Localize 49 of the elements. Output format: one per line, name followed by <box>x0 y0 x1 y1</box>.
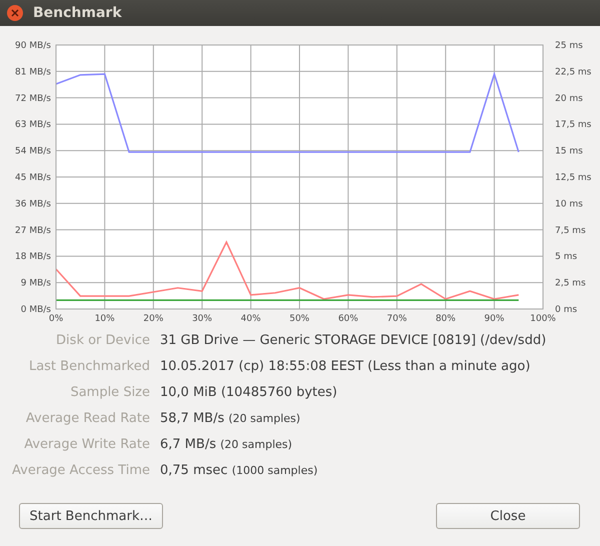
axis-label: 27 MB/s <box>15 226 51 236</box>
axis-label: 63 MB/s <box>15 120 51 130</box>
axis-label: 40% <box>240 314 261 324</box>
axis-label: 0% <box>48 314 64 324</box>
axis-label: 10 ms <box>555 199 583 210</box>
close-button[interactable]: Close <box>436 503 580 529</box>
axis-label: 17,5 ms <box>555 120 592 130</box>
axis-label: 2,5 ms <box>555 278 586 289</box>
field-label: Average Read Rate <box>24 411 151 426</box>
field-label: Average Write Rate <box>23 437 151 452</box>
axis-label: 7,5 ms <box>555 226 586 236</box>
axis-label: 5 ms <box>555 252 578 262</box>
window-title: Benchmark <box>33 5 122 21</box>
field-label: Average Access Time <box>11 463 151 478</box>
field-label: Last Benchmarked <box>28 359 151 374</box>
close-icon[interactable] <box>7 5 23 21</box>
axis-label: 0 ms <box>555 305 578 315</box>
axis-label: 90 MB/s <box>15 41 51 51</box>
axis-label: 54 MB/s <box>15 146 51 157</box>
field-label: Disk or Device <box>55 333 151 348</box>
axis-label: 25 ms <box>555 41 583 51</box>
axis-label: 9 MB/s <box>20 278 51 289</box>
start-benchmark-button[interactable]: Start Benchmark… <box>19 503 163 529</box>
axis-label: 18 MB/s <box>15 252 51 262</box>
axis-label: 72 MB/s <box>15 94 51 104</box>
field-value: 6,7 MB/s (20 samples) <box>160 437 292 452</box>
axis-label: 90% <box>484 314 504 324</box>
axis-label: 50% <box>290 314 310 324</box>
field-value: 10.05.2017 (cp) 18:55:08 EEST (Less than a minute ago) <box>160 359 530 374</box>
axis-label: 0 MB/s <box>20 305 51 315</box>
field-value: 10,0 MiB (10485760 bytes) <box>160 385 338 400</box>
axis-label: 15 ms <box>555 146 583 157</box>
axis-label: 70% <box>386 314 407 324</box>
axis-label: 80% <box>436 314 456 324</box>
axis-label: 45 MB/s <box>15 173 51 183</box>
field-label: Sample Size <box>69 385 151 400</box>
axis-label: 100% <box>530 314 556 324</box>
axis-label: 10% <box>94 314 115 324</box>
axis-label: 60% <box>338 314 358 324</box>
axis-label: 81 MB/s <box>15 67 51 78</box>
field-value: 58,7 MB/s (20 samples) <box>160 411 300 426</box>
axis-label: 22,5 ms <box>555 67 592 78</box>
axis-label: 30% <box>192 314 212 324</box>
axis-label: 20 ms <box>555 94 583 104</box>
field-value: 0,75 msec (1000 samples) <box>160 463 318 478</box>
axis-label: 20% <box>143 314 164 324</box>
field-value: 31 GB Drive — Generic STORAGE DEVICE [0819] (/dev/sdd) <box>160 333 546 348</box>
axis-label: 12,5 ms <box>555 173 592 183</box>
axis-label: 36 MB/s <box>15 199 51 210</box>
